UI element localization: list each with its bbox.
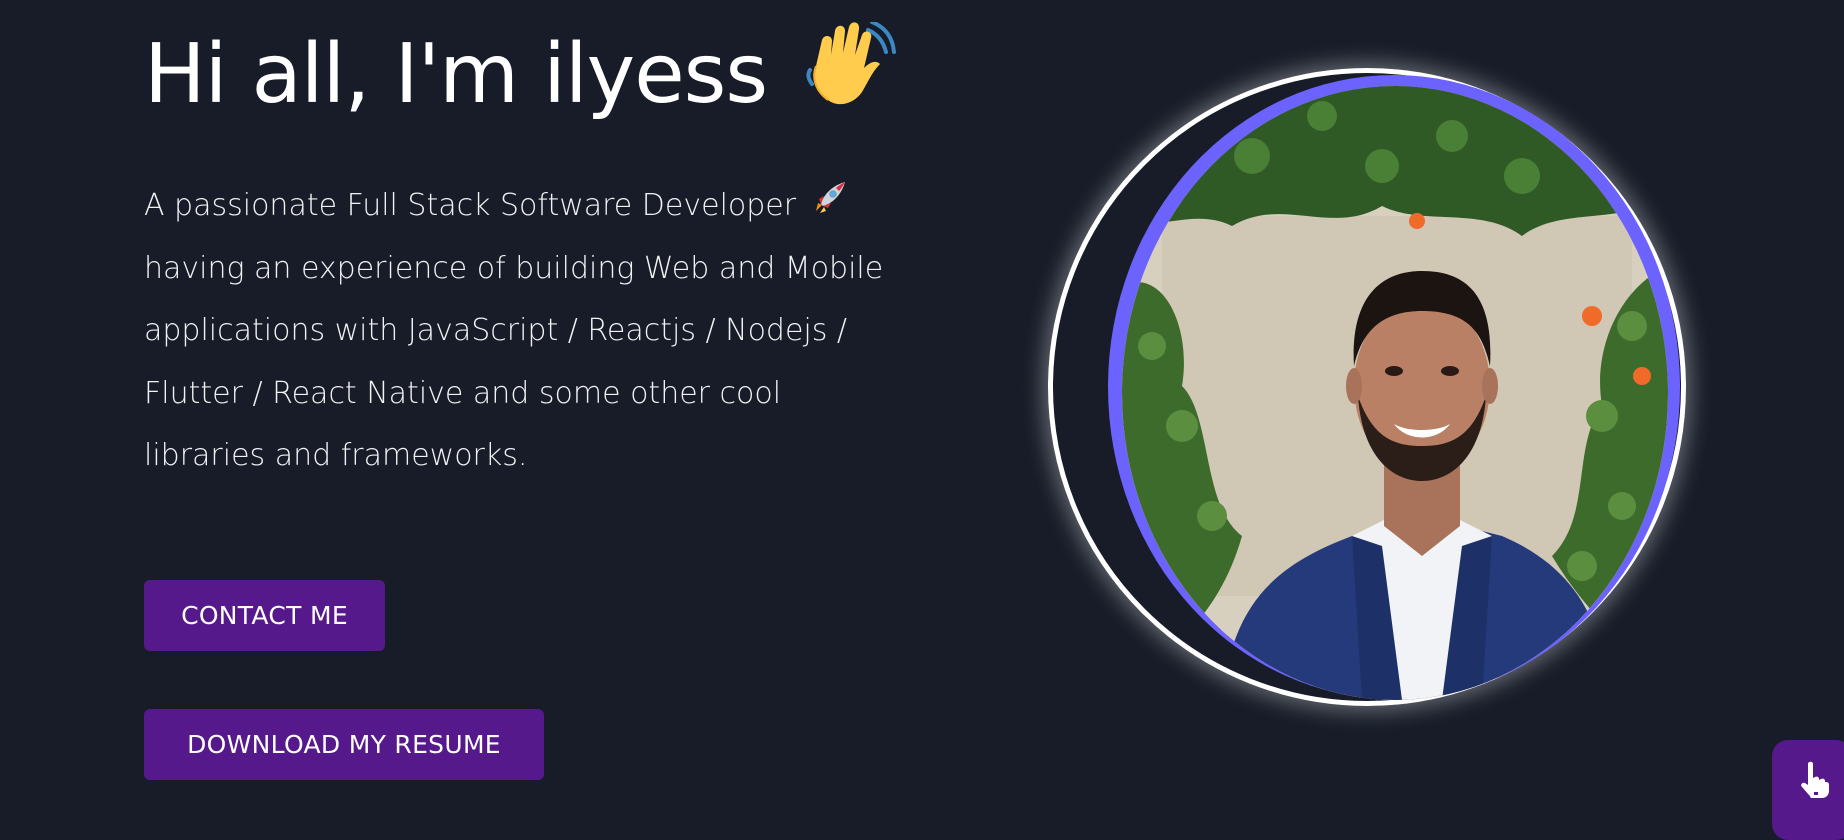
rocket-icon bbox=[812, 175, 848, 238]
download-resume-label: DOWNLOAD MY RESUME bbox=[187, 730, 501, 759]
contact-me-button[interactable]: CONTACT ME bbox=[144, 580, 385, 651]
waving-hand-icon bbox=[800, 20, 897, 137]
greeting-text: Hi all, I'm ilyess bbox=[144, 27, 768, 122]
pointing-hand-icon bbox=[1792, 760, 1832, 804]
intro-paragraph: A passionate Full Stack Software Develop… bbox=[144, 175, 944, 488]
intro-line: having an experience of building Web and… bbox=[144, 250, 884, 286]
hero-section: Hi all, I'm ilyess A passionate Full Sta… bbox=[0, 0, 1844, 840]
intro-line: applications with JavaScript / Reactjs /… bbox=[144, 313, 848, 349]
greeting-heading: Hi all, I'm ilyess bbox=[144, 20, 897, 137]
download-resume-button[interactable]: DOWNLOAD MY RESUME bbox=[144, 709, 544, 780]
intro-line: libraries and frameworks. bbox=[144, 438, 528, 474]
intro-line: A passionate Full Stack Software Develop… bbox=[144, 188, 797, 223]
profile-photo bbox=[1122, 86, 1668, 700]
intro-line: Flutter / React Native and some other co… bbox=[144, 375, 782, 411]
accessibility-fab-button[interactable] bbox=[1772, 740, 1844, 840]
contact-me-label: CONTACT ME bbox=[181, 601, 348, 630]
